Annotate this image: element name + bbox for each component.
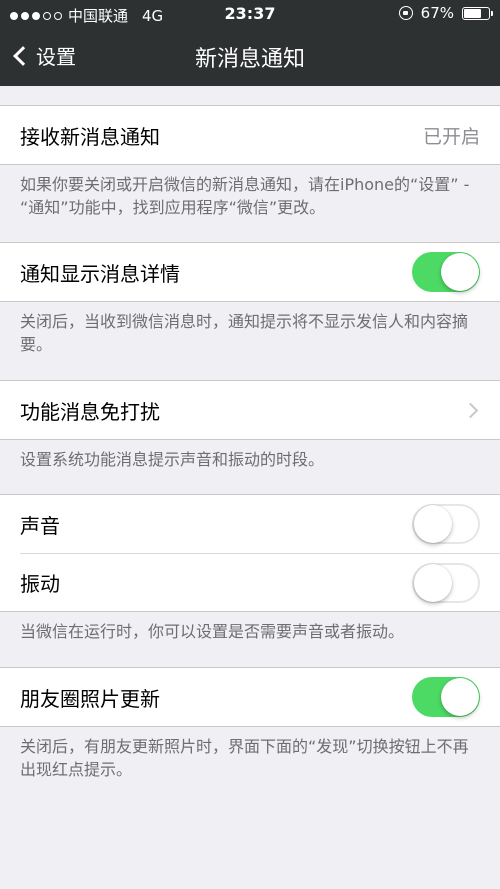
status-right: 67% <box>398 4 493 22</box>
do-not-disturb-row[interactable]: 功能消息免打扰 <box>0 381 500 439</box>
row-label: 功能消息免打扰 <box>20 399 160 424</box>
vibration-row: 振动 <box>20 553 500 611</box>
section-sound-vibration: 声音 振动 <box>0 494 500 612</box>
row-label: 通知显示消息详情 <box>20 261 180 286</box>
battery-icon <box>462 6 493 20</box>
receive-notifications-row[interactable]: 接收新消息通知 已开启 <box>0 106 500 164</box>
sound-row: 声音 <box>0 495 500 553</box>
section-note: 设置系统功能消息提示声音和振动的时段。 <box>20 450 325 469</box>
vibration-toggle[interactable] <box>412 562 480 603</box>
row-label: 朋友圈照片更新 <box>20 686 160 711</box>
section-receive-notifications: 接收新消息通知 已开启 <box>0 105 500 165</box>
show-details-row: 通知显示消息详情 <box>0 243 500 301</box>
section-note: 当微信在运行时，你可以设置是否需要声音或者振动。 <box>20 622 405 641</box>
status-bar: 中国联通 4G 23:37 67% <box>0 0 500 28</box>
navigation-bar: 设置 新消息通知 <box>0 28 500 86</box>
row-label: 声音 <box>20 513 60 538</box>
battery-percent: 67% <box>420 4 454 22</box>
row-label: 接收新消息通知 <box>20 124 160 149</box>
section-do-not-disturb: 功能消息免打扰 <box>0 380 500 440</box>
moments-updates-row: 朋友圈照片更新 <box>0 668 500 726</box>
section-note: 关闭后，有朋友更新照片时，界面下面的“发现”切换按钮上不再出现红点提示。 <box>20 737 469 779</box>
section-note: 关闭后，当收到微信消息时，通知提示将不显示发信人和内容摘要。 <box>20 312 469 354</box>
page-title: 新消息通知 <box>194 47 305 72</box>
chevron-right-icon <box>462 402 479 418</box>
moments-updates-toggle[interactable] <box>412 677 480 717</box>
section-show-details: 通知显示消息详情 <box>0 242 500 302</box>
section-note: 如果你要关闭或开启微信的新消息通知，请在iPhone的“设置” - “通知”功能… <box>20 175 470 217</box>
row-label: 振动 <box>20 572 60 596</box>
sound-toggle[interactable] <box>412 504 480 544</box>
show-details-toggle[interactable] <box>412 252 480 292</box>
top-bar: 中国联通 4G 23:37 67% 设置 新消息通知 <box>0 0 500 86</box>
section-moments-updates: 朋友圈照片更新 <box>0 667 500 727</box>
rotation-lock-icon <box>398 6 413 20</box>
row-value: 已开启 <box>422 125 480 148</box>
